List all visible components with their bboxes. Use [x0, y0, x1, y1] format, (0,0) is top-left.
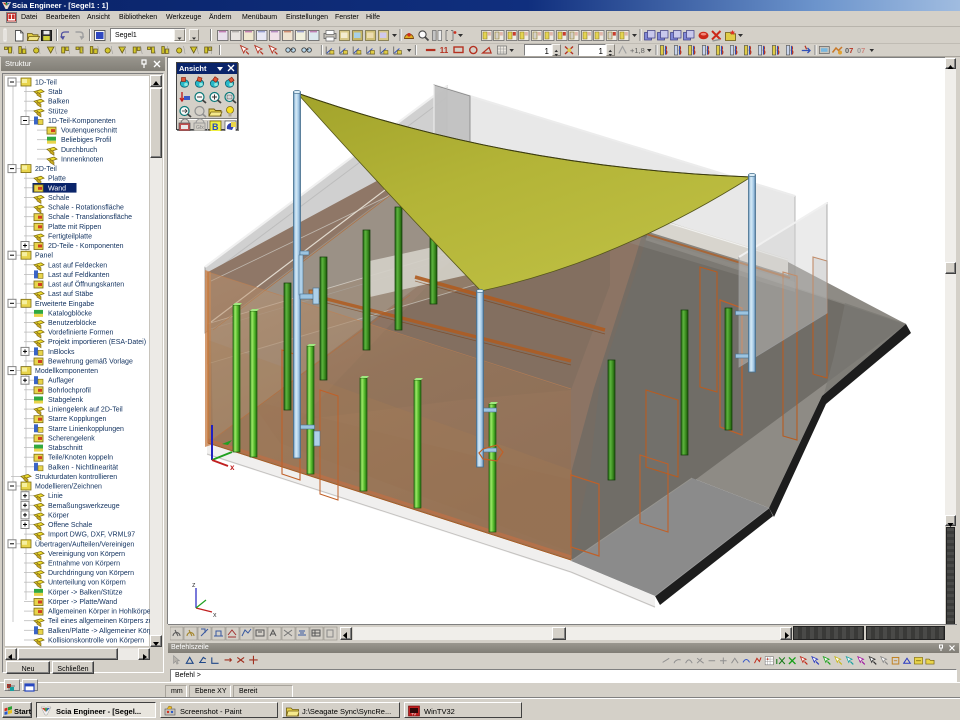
- svg-text:1D-Teil: 1D-Teil: [35, 80, 57, 87]
- svg-text:Durchbruch: Durchbruch: [61, 147, 97, 154]
- svg-text:Benutzerblöcke: Benutzerblöcke: [48, 320, 96, 327]
- svg-text:Last auf Stäbe: Last auf Stäbe: [48, 291, 93, 298]
- svg-text:2D-Teil: 2D-Teil: [35, 166, 57, 173]
- svg-text:Modellkomponenten: Modellkomponenten: [35, 368, 98, 375]
- svg-text:Kollisionskontrolle von Körper: Kollisionskontrolle von Körpern: [48, 638, 144, 645]
- svg-text:Stabschnitt: Stabschnitt: [48, 445, 83, 452]
- svg-text:Körper: Körper: [48, 512, 70, 519]
- svg-text:Starre Linienkopplungen: Starre Linienkopplungen: [48, 426, 124, 433]
- svg-text:Auflager: Auflager: [48, 378, 75, 385]
- svg-text:Last auf Öffnungskanten: Last auf Öffnungskanten: [48, 281, 124, 289]
- svg-text:Schale: Schale: [48, 195, 70, 202]
- svg-text:Linie: Linie: [48, 493, 63, 500]
- svg-text:11: 11: [440, 46, 449, 55]
- svg-text:x: x: [213, 612, 217, 619]
- svg-text:+1,8: +1,8: [630, 46, 645, 55]
- svg-text:Teile/Knoten koppeln: Teile/Knoten koppeln: [48, 455, 113, 462]
- svg-text:Innnenknoten: Innnenknoten: [61, 157, 104, 164]
- svg-text:Last auf Feldkanten: Last auf Feldkanten: [48, 272, 110, 279]
- svg-text:Stütze: Stütze: [48, 108, 68, 115]
- svg-text:Starre Kopplungen: Starre Kopplungen: [48, 416, 106, 423]
- svg-text:Vordefinierte Formen: Vordefinierte Formen: [48, 330, 113, 337]
- svg-text:Offene Schale: Offene Schale: [48, 522, 92, 529]
- svg-text:Körper -> Balken/Stütze: Körper -> Balken/Stütze: [48, 589, 123, 596]
- svg-text:Balken/Platte -> Allgemeiner K: Balken/Platte -> Allgemeiner Körper: [48, 628, 150, 635]
- svg-text:Projekt importieren (ESA-Datei: Projekt importieren (ESA-Datei): [48, 339, 146, 346]
- svg-text:Voutenquerschnitt: Voutenquerschnitt: [61, 128, 117, 135]
- svg-text:Panel: Panel: [35, 253, 53, 260]
- svg-text:TV: TV: [411, 712, 416, 717]
- svg-text:2D-Teile - Komponenten: 2D-Teile - Komponenten: [48, 243, 124, 250]
- svg-text:Schale - Rotationsfläche: Schale - Rotationsfläche: [48, 205, 124, 212]
- svg-text:Allgemeinen Körper in Hohlkörp: Allgemeinen Körper in Hohlkörper: [48, 609, 150, 616]
- svg-text:Stab: Stab: [48, 89, 63, 96]
- svg-text:Schale - Translationsfläche: Schale - Translationsfläche: [48, 214, 132, 221]
- svg-text:Modellieren/Zeichnen: Modellieren/Zeichnen: [35, 484, 102, 491]
- svg-text:Beliebiges Profil: Beliebiges Profil: [61, 137, 112, 144]
- svg-text:Stabgelenk: Stabgelenk: [48, 397, 84, 404]
- svg-text:Katalogblöcke: Katalogblöcke: [48, 310, 92, 317]
- svg-text:Platte mit Rippen: Platte mit Rippen: [48, 224, 101, 231]
- svg-text:Übertragen/Aufteilen/Vereinige: Übertragen/Aufteilen/Vereinigen: [35, 540, 134, 548]
- svg-text:Import DWG, DXF, VRML97: Import DWG, DXF, VRML97: [48, 532, 135, 539]
- svg-text:x: x: [230, 463, 235, 472]
- svg-text:Unterteilung von Körpern: Unterteilung von Körpern: [48, 580, 126, 587]
- svg-text:07: 07: [857, 46, 865, 55]
- svg-text:Bemaßungswerkzeuge: Bemaßungswerkzeuge: [48, 503, 120, 510]
- svg-text:InBlocks: InBlocks: [48, 349, 75, 356]
- svg-text:I: I: [776, 657, 778, 666]
- svg-text:Balken: Balken: [48, 99, 70, 106]
- svg-text:Balken - Nichtlinearität: Balken - Nichtlinearität: [48, 464, 118, 471]
- svg-text:Scherengelenk: Scherengelenk: [48, 435, 95, 442]
- svg-text:Körper -> Platte/Wand: Körper -> Platte/Wand: [48, 599, 117, 606]
- svg-text:Erweiterte Eingabe: Erweiterte Eingabe: [35, 301, 94, 308]
- svg-text:Gfx: Gfx: [196, 125, 204, 131]
- svg-text:Bewehrung gemäß Vorlage: Bewehrung gemäß Vorlage: [48, 359, 133, 366]
- svg-text:Teil eines allgemeinen Körpers: Teil eines allgemeinen Körpers zu Ba: [48, 618, 150, 625]
- svg-text:z: z: [192, 582, 196, 589]
- svg-text:Entnahme von Körpern: Entnahme von Körpern: [48, 561, 120, 568]
- svg-text:Wand: Wand: [48, 185, 66, 192]
- svg-text:07: 07: [845, 46, 853, 55]
- svg-text:1D-Teil-Komponenten: 1D-Teil-Komponenten: [48, 118, 116, 125]
- svg-text:Platte: Platte: [48, 176, 66, 183]
- svg-text:Strukturdaten kontrollieren: Strukturdaten kontrollieren: [35, 474, 117, 481]
- svg-text:Bohrlochprofil: Bohrlochprofil: [48, 387, 91, 394]
- svg-text:Vereinigung von Körpern: Vereinigung von Körpern: [48, 551, 125, 558]
- svg-text:Durchdringung von Körpern: Durchdringung von Körpern: [48, 570, 134, 577]
- svg-text:Liniengelenk auf 2D-Teil: Liniengelenk auf 2D-Teil: [48, 407, 123, 414]
- svg-text:Fertigteilplatte: Fertigteilplatte: [48, 233, 92, 240]
- svg-text:B: B: [212, 122, 219, 131]
- svg-text:Last auf Feldecken: Last auf Feldecken: [48, 262, 107, 269]
